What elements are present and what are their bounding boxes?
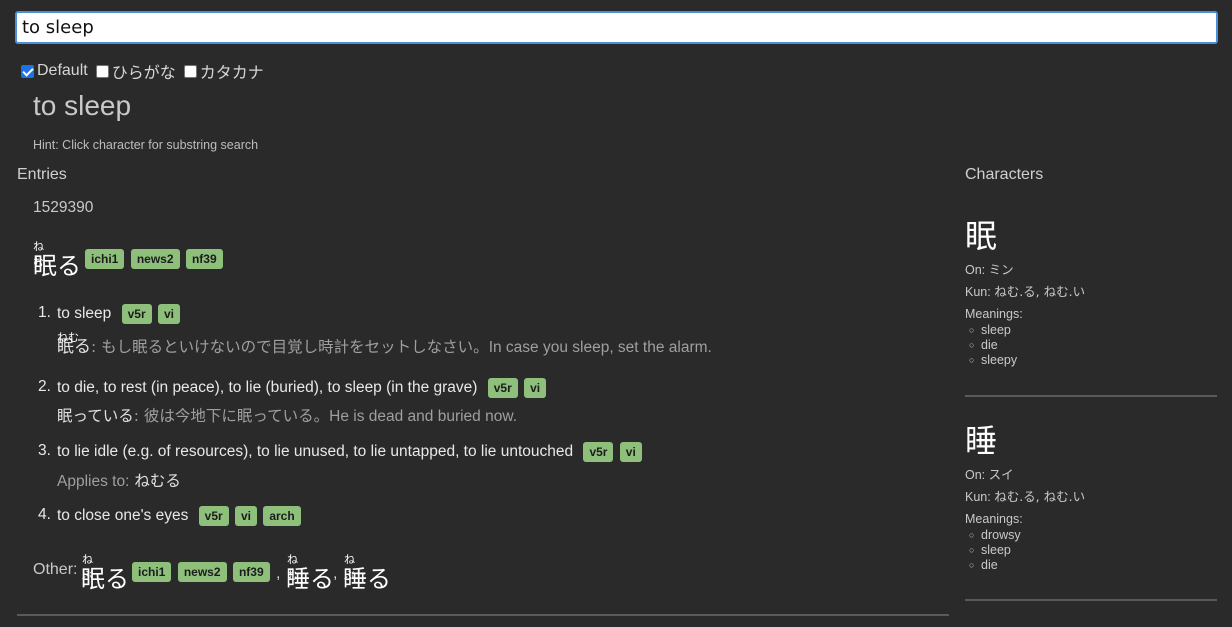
character-glyph[interactable]: 眠 (965, 216, 1217, 256)
character-kun: Kun: ねむ.る, ねむ.い (965, 486, 1217, 508)
example-japanese: もし眠るといけないので目覚し時計をセットしなさい。 (101, 338, 489, 356)
kun-label: Kun: (965, 490, 991, 504)
sense-number: 3. (38, 442, 51, 459)
on-reading: ミン (988, 262, 1014, 277)
other-form-tags: ichi1 news2 nf39 (132, 562, 272, 582)
hiragana-checkbox[interactable] (95, 64, 109, 78)
example-japanese: 彼は今地下に眠っている。 (143, 407, 330, 425)
character-divider (965, 395, 1217, 397)
tag-badge: v5r (121, 304, 152, 324)
character-on: On: スイ (965, 464, 1217, 486)
sense-gloss: to lie idle (e.g. of resources), to lie … (57, 442, 644, 462)
sense-number: 4. (38, 506, 51, 523)
sense-gloss-text: to lie idle (e.g. of resources), to lie … (57, 443, 574, 461)
query-title: to sleep (33, 90, 132, 121)
example-separator: : (91, 338, 97, 356)
headword-tags: ichi1 news2 nf39 (85, 249, 225, 269)
katakana-checkbox[interactable] (183, 64, 197, 78)
tag-badge: arch (263, 506, 301, 526)
meanings-list: sleep die sleepy (965, 323, 1217, 368)
filter-katakana-label: カタカナ (199, 63, 264, 82)
sense-gloss: to die, to rest (in peace), to lie (buri… (57, 378, 548, 398)
kun-label: Kun: (965, 285, 991, 299)
meanings-list: drowsy sleep die (965, 528, 1217, 573)
tag-badge: v5r (487, 378, 518, 398)
tag-badge: nf39 (232, 562, 270, 582)
on-label: On: (965, 263, 986, 277)
tag-badge: vi (619, 442, 642, 462)
meanings-label: Meanings: (965, 307, 1023, 321)
meanings-label: Meanings: (965, 512, 1023, 526)
meaning-item: drowsy (965, 528, 1217, 543)
search-bar (15, 11, 1218, 44)
script-filters: Default ひらがな カタカナ (21, 59, 272, 83)
filter-default[interactable]: Default (21, 62, 88, 80)
sense-gloss-text: to close one's eyes (57, 507, 189, 525)
headword-kanji[interactable]: 眠る (33, 246, 81, 281)
meaning-item: sleep (965, 323, 1217, 338)
example-furigana: ねむ (57, 331, 79, 344)
kun-reading: ねむ.る, ねむ.い (994, 489, 1086, 504)
sense-example: 眠っている: 彼は今地下に眠っている。He is dead and buried… (57, 404, 517, 426)
tag-badge: nf39 (185, 249, 223, 269)
example-separator: : (133, 407, 139, 425)
meaning-item: die (965, 558, 1217, 573)
on-label: On: (965, 468, 986, 482)
tag-badge: news2 (177, 562, 227, 582)
sense-gloss-text: to die, to rest (in peace), to lie (buri… (57, 379, 478, 397)
filter-katakana[interactable]: カタカナ (183, 59, 264, 83)
meaning-item: die (965, 338, 1217, 353)
sense-example: ねむ 眠る: もし眠るといけないので目覚し時計をセットしなさい。In case … (57, 331, 712, 357)
tag-badge: ichi1 (132, 562, 172, 582)
character-on: On: ミン (965, 259, 1217, 281)
tag-badge: v5r (583, 442, 614, 462)
sense-gloss-text: to sleep (57, 305, 112, 323)
character-card: 睡 On: スイ Kun: ねむ.る, ねむ.い Meanings: drows… (965, 421, 1217, 573)
applies-to-label: Applies to: (57, 473, 130, 490)
character-divider (965, 599, 1217, 601)
other-form-kanji[interactable]: 睡る (343, 559, 391, 594)
tag-badge: vi (235, 506, 258, 526)
tag-badge: ichi1 (85, 249, 125, 269)
applies-to: Applies to: ねむる (57, 469, 181, 491)
search-input[interactable] (15, 11, 1218, 44)
tag-badge: v5r (198, 506, 229, 526)
characters-heading: Characters (965, 166, 1044, 183)
default-checkbox[interactable] (21, 64, 34, 78)
other-separator: , (276, 565, 281, 582)
character-kun: Kun: ねむ.る, ねむ.い (965, 281, 1217, 303)
sense-gloss: to close one's eyes v5r vi arch (57, 506, 303, 526)
character-card: 眠 On: ミン Kun: ねむ.る, ねむ.い Meanings: sleep… (965, 216, 1217, 368)
other-form-kanji[interactable]: 眠る (81, 559, 129, 594)
meaning-item: sleepy (965, 353, 1217, 368)
filter-hiragana[interactable]: ひらがな (95, 59, 176, 83)
filter-hiragana-label: ひらがな (111, 63, 176, 82)
filter-default-label: Default (37, 62, 88, 79)
entries-heading: Entries (17, 166, 67, 183)
sense-gloss: to sleep v5r vi (57, 304, 182, 324)
character-glyph[interactable]: 睡 (965, 421, 1217, 461)
hint-text: Hint: Click character for substring sear… (33, 138, 259, 152)
example-english: He is dead and buried now. (329, 408, 517, 425)
other-separator: , (333, 565, 338, 582)
meaning-item: sleep (965, 543, 1217, 558)
sense-number: 2. (38, 378, 51, 395)
applies-to-value[interactable]: ねむる (134, 472, 181, 490)
sense-number: 1. (38, 304, 51, 321)
other-label: Other: (33, 561, 78, 578)
tag-badge: news2 (130, 249, 180, 269)
kun-reading: ねむ.る, ねむ.い (994, 284, 1086, 299)
entry-id: 1529390 (33, 199, 94, 216)
example-english: In case you sleep, set the alarm. (488, 339, 712, 356)
example-word: 眠っている (57, 407, 134, 425)
on-reading: スイ (988, 467, 1014, 482)
other-form-kanji[interactable]: 睡る (286, 559, 334, 594)
entries-divider (17, 614, 949, 616)
tag-badge: vi (524, 378, 547, 398)
tag-badge: vi (157, 304, 180, 324)
